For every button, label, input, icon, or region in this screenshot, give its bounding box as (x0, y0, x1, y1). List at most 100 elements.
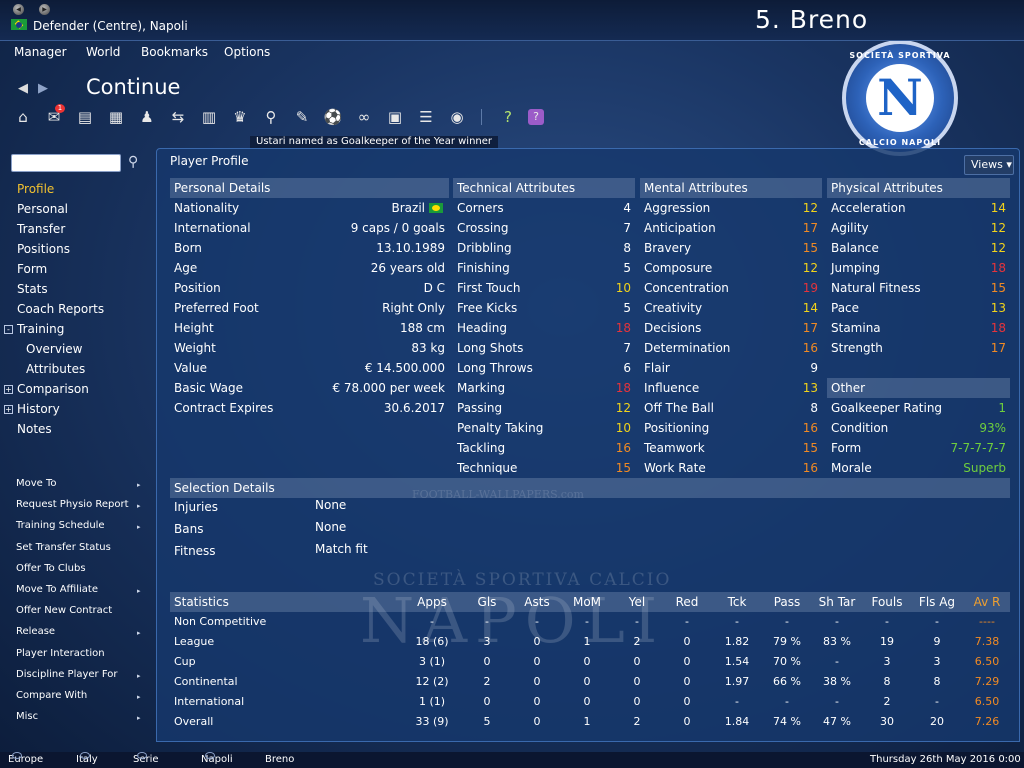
sidebar-action[interactable]: Release (16, 626, 55, 637)
sidebar-item[interactable]: Comparison (17, 382, 89, 396)
technical-row[interactable]: Crossing 7 (453, 218, 635, 238)
technical-row[interactable]: Corners 4 (453, 198, 635, 218)
other-row[interactable]: Goalkeeper Rating 1 (827, 398, 1010, 418)
sidebar-item[interactable]: Stats (17, 282, 48, 296)
physical-row[interactable]: Stamina 18 (827, 318, 1010, 338)
technical-row[interactable]: Long Shots 7 (453, 338, 635, 358)
technical-row[interactable]: Tackling 16 (453, 438, 635, 458)
stats-row[interactable]: Continental 12 (2) 2 0 0 0 0 1.97 66 % 38 % 8 8 7.29 (170, 672, 1010, 692)
personal-row[interactable]: Weight 83 kg (170, 338, 449, 358)
personal-row[interactable]: Position D C (170, 278, 449, 298)
personal-row[interactable]: Born 13.10.1989 (170, 238, 449, 258)
technical-row[interactable]: Passing 12 (453, 398, 635, 418)
sidebar-action[interactable]: Discipline Player For (16, 669, 117, 680)
other-row[interactable]: Form 7-7-7-7-7 (827, 438, 1010, 458)
expander-icon[interactable]: + (4, 405, 13, 414)
forward-window-icon[interactable]: ▶ (39, 4, 50, 15)
sidebar-item[interactable]: Transfer (17, 222, 65, 236)
sidebar-item[interactable]: Coach Reports (17, 302, 104, 316)
other-row[interactable]: Condition 93% (827, 418, 1010, 438)
home-icon[interactable]: ⌂ (12, 106, 34, 128)
sidebar-action[interactable]: Misc (16, 711, 38, 722)
sidebar-item[interactable]: Positions (17, 242, 70, 256)
clipboard-icon[interactable]: ▣ (384, 106, 406, 128)
personal-row[interactable]: Value € 14.500.000 (170, 358, 449, 378)
sidebar-item[interactable]: Personal (17, 202, 68, 216)
mental-row[interactable]: Off The Ball 8 (640, 398, 822, 418)
mental-row[interactable]: Flair 9 (640, 358, 822, 378)
mental-row[interactable]: Bravery 15 (640, 238, 822, 258)
technical-row[interactable]: Long Throws 6 (453, 358, 635, 378)
mental-row[interactable]: Creativity 14 (640, 298, 822, 318)
mental-row[interactable]: Concentration 19 (640, 278, 822, 298)
personal-row[interactable]: Contract Expires 30.6.2017 (170, 398, 449, 418)
views-dropdown[interactable]: Views ▾ (964, 155, 1014, 175)
menu-options[interactable]: Options (224, 45, 270, 59)
personal-row[interactable]: Preferred Foot Right Only (170, 298, 449, 318)
physical-row[interactable]: Agility 12 (827, 218, 1010, 238)
technical-row[interactable]: Heading 18 (453, 318, 635, 338)
stats-row[interactable]: League 18 (6) 3 0 1 2 0 1.82 79 % 83 % 19 9 7.38 (170, 632, 1010, 652)
technical-row[interactable]: First Touch 10 (453, 278, 635, 298)
mental-row[interactable]: Teamwork 15 (640, 438, 822, 458)
sidebar-item[interactable]: History (17, 402, 60, 416)
sidebar-action[interactable]: Player Interaction (16, 648, 105, 659)
stats-row[interactable]: Cup 3 (1) 0 0 0 0 0 1.54 70 % - 3 3 6.50 (170, 652, 1010, 672)
finances-icon[interactable]: ▥ (198, 106, 220, 128)
menu-bookmarks[interactable]: Bookmarks (141, 45, 208, 59)
technical-row[interactable]: Technique 15 (453, 458, 635, 478)
trophy-icon[interactable]: ♛ (229, 106, 251, 128)
forward-arrow-icon[interactable]: ▶ (38, 81, 48, 96)
stats-row[interactable]: Non Competitive - - - - - - - - - - - ---- (170, 612, 1010, 632)
sidebar-action[interactable]: Training Schedule (16, 520, 105, 531)
book-icon[interactable]: ▤ (74, 106, 96, 128)
physical-row[interactable]: Natural Fitness 15 (827, 278, 1010, 298)
mental-row[interactable]: Determination 16 (640, 338, 822, 358)
sidebar-item[interactable]: Overview (26, 342, 83, 356)
question-icon[interactable]: ? (528, 109, 544, 125)
technical-row[interactable]: Penalty Taking 10 (453, 418, 635, 438)
sidebar-item[interactable]: Notes (17, 422, 52, 436)
sidebar-item[interactable]: Attributes (26, 362, 85, 376)
binoculars-icon[interactable]: ∞ (353, 106, 375, 128)
technical-row[interactable]: Dribbling 8 (453, 238, 635, 258)
back-arrow-icon[interactable]: ◀ (18, 81, 28, 96)
notes-icon[interactable]: ✎ (291, 106, 313, 128)
sidebar-action[interactable]: Offer To Clubs (16, 563, 86, 574)
sidebar-item[interactable]: Training (17, 322, 64, 336)
technical-row[interactable]: Finishing 5 (453, 258, 635, 278)
personal-row[interactable]: Nationality Brazil (170, 198, 449, 218)
technical-row[interactable]: Free Kicks 5 (453, 298, 635, 318)
personal-row[interactable]: Basic Wage € 78.000 per week (170, 378, 449, 398)
physical-row[interactable]: Pace 13 (827, 298, 1010, 318)
mental-row[interactable]: Aggression 12 (640, 198, 822, 218)
menu-manager[interactable]: Manager (14, 45, 67, 59)
search-icon[interactable]: ⚲ (128, 154, 138, 170)
calendar-icon[interactable]: ▦ (105, 106, 127, 128)
sidebar-action[interactable]: Request Physio Report (16, 499, 129, 510)
mental-row[interactable]: Composure 12 (640, 258, 822, 278)
sidebar-action[interactable]: Move To (16, 478, 57, 489)
sidebar-action[interactable]: Compare With (16, 690, 87, 701)
physical-row[interactable]: Acceleration 14 (827, 198, 1010, 218)
mental-row[interactable]: Work Rate 16 (640, 458, 822, 478)
sidebar-item[interactable]: Profile (17, 182, 54, 196)
other-row[interactable]: Morale Superb (827, 458, 1010, 478)
personal-row[interactable]: International 9 caps / 0 goals (170, 218, 449, 238)
mental-row[interactable]: Anticipation 17 (640, 218, 822, 238)
stats-row[interactable]: International 1 (1) 0 0 0 0 0 - - - 2 - 6.50 (170, 692, 1010, 712)
scout-icon[interactable]: ⚲ (260, 106, 282, 128)
mental-row[interactable]: Decisions 17 (640, 318, 822, 338)
physical-row[interactable]: Jumping 18 (827, 258, 1010, 278)
sidebar-action[interactable]: Set Transfer Status (16, 542, 111, 553)
personal-row[interactable]: Age 26 years old (170, 258, 449, 278)
technical-row[interactable]: Marking 18 (453, 378, 635, 398)
training-icon[interactable]: ⚽ (322, 106, 344, 128)
report-icon[interactable]: ☰ (415, 106, 437, 128)
sidebar-action[interactable]: Move To Affiliate (16, 584, 98, 595)
mental-row[interactable]: Positioning 16 (640, 418, 822, 438)
help-icon[interactable]: ? (497, 106, 519, 128)
continue-button[interactable]: Continue (86, 75, 180, 99)
search-input[interactable] (11, 154, 121, 172)
stats-row[interactable]: Overall 33 (9) 5 0 1 2 0 1.84 74 % 47 % 30 20 7.26 (170, 712, 1010, 732)
